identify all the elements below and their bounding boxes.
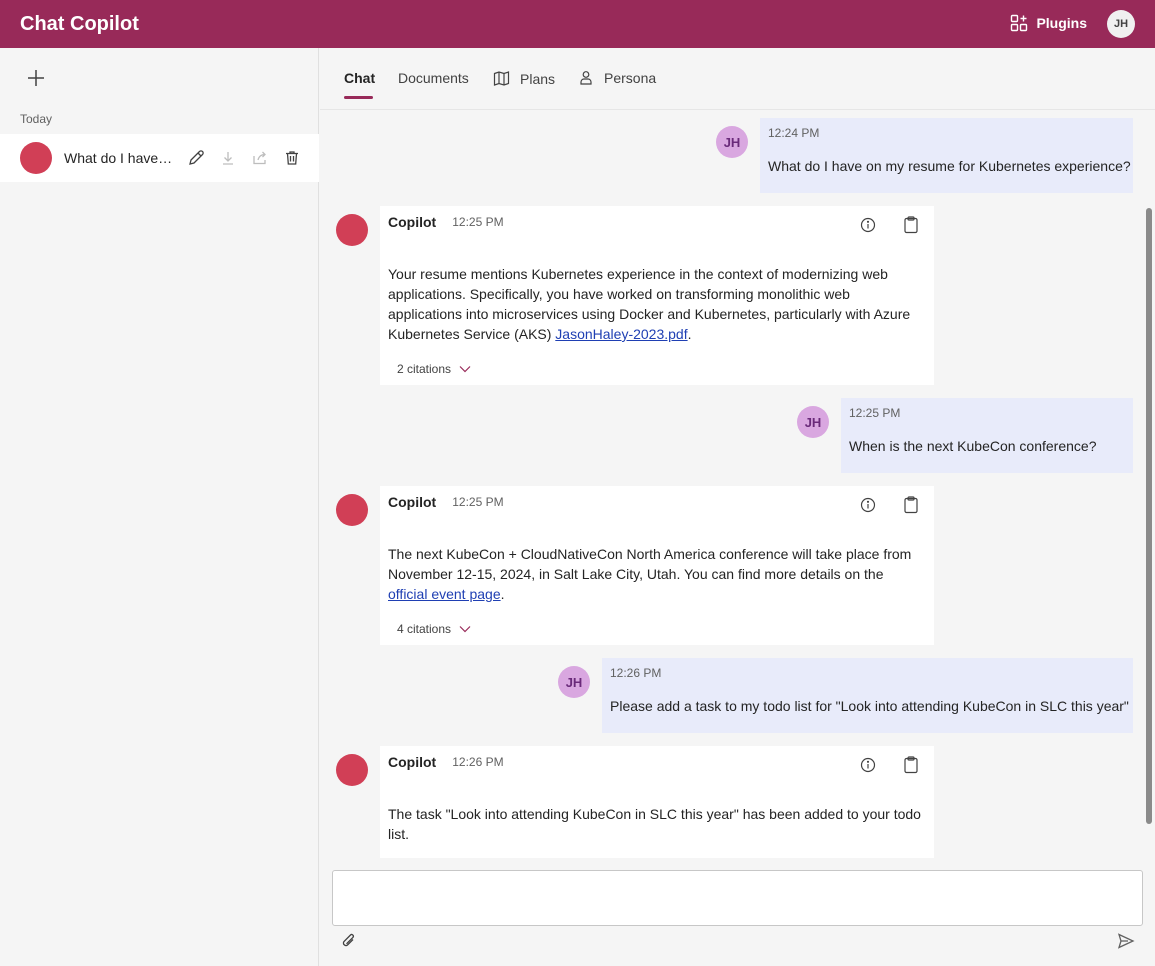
- bot-message-avatar: [336, 214, 368, 246]
- message-time: 12:26 PM: [452, 755, 504, 769]
- tab-documents[interactable]: Documents: [398, 70, 469, 86]
- message-text: When is the next KubeCon conference?: [849, 438, 1097, 454]
- user-message-avatar: JH: [558, 666, 590, 698]
- message-author: Copilot: [388, 754, 437, 770]
- user-avatar[interactable]: JH: [1107, 10, 1135, 38]
- user-message-avatar: JH: [797, 406, 829, 438]
- message-author: Copilot: [388, 214, 437, 230]
- message-scrollbar[interactable]: [1146, 208, 1152, 824]
- message-text: The task "Look into attending KubeCon in…: [388, 806, 921, 842]
- trash-icon: [286, 151, 298, 165]
- share-chat-button[interactable]: [244, 142, 276, 174]
- message-time: 12:24 PM: [768, 126, 820, 140]
- tab-plans[interactable]: Plans: [493, 70, 555, 87]
- chevron-down-icon: [459, 366, 471, 373]
- user-message-avatar: JH: [716, 126, 748, 158]
- message-list: JH 12:24 PM What do I have on my resume …: [320, 110, 1155, 858]
- message-text: What do I have on my resume for Kubernet…: [768, 158, 1131, 174]
- user-message: 12:25 PM When is the next KubeCon confer…: [841, 398, 1133, 473]
- share-icon: [253, 151, 266, 165]
- tab-chat[interactable]: Chat: [344, 70, 375, 86]
- app-title: Chat Copilot: [20, 12, 139, 35]
- message-text: Please add a task to my todo list for "L…: [610, 698, 1129, 714]
- send-icon: [1117, 933, 1135, 949]
- send-button[interactable]: [1117, 932, 1135, 950]
- apps-add-icon: [1011, 14, 1028, 32]
- section-label-today: Today: [20, 112, 53, 126]
- chat-list-item[interactable]: What do I have on my resume for Kubernet…: [0, 134, 319, 182]
- bot-avatar: [20, 142, 52, 174]
- active-tab-indicator: [344, 96, 373, 99]
- citations-toggle[interactable]: 2 citations: [397, 362, 926, 376]
- app-header: Chat Copilot Plugins JH: [0, 0, 1155, 48]
- copy-message-button[interactable]: [900, 754, 922, 776]
- message-text: The next KubeCon + CloudNativeCon North …: [388, 546, 912, 602]
- download-chat-button[interactable]: [212, 142, 244, 174]
- chat-input[interactable]: [333, 871, 1142, 925]
- info-icon: [860, 497, 876, 513]
- new-chat-button[interactable]: [24, 66, 48, 90]
- tab-bar: Chat Documents Plans Persona: [320, 48, 1155, 110]
- message-info-button[interactable]: [857, 754, 879, 776]
- citations-toggle[interactable]: 4 citations: [397, 622, 926, 636]
- edit-chat-button[interactable]: [180, 142, 212, 174]
- attach-file-button[interactable]: [340, 932, 358, 950]
- chat-composer[interactable]: [332, 870, 1143, 926]
- user-message: 12:26 PM Please add a task to my todo li…: [602, 658, 1133, 733]
- bot-message-avatar: [336, 494, 368, 526]
- copy-message-button[interactable]: [900, 214, 922, 236]
- plugins-label: Plugins: [1036, 15, 1087, 31]
- event-page-link[interactable]: official event page: [388, 586, 501, 602]
- chevron-down-icon: [459, 626, 471, 633]
- plus-icon: [28, 70, 44, 86]
- main-panel: Chat Documents Plans Persona JH 12:24 PM…: [320, 48, 1155, 966]
- info-icon: [860, 217, 876, 233]
- citations-label: 2 citations: [397, 362, 452, 376]
- sidebar: Today What do I have on my resume for Ku…: [0, 48, 319, 966]
- clipboard-icon: [904, 496, 918, 514]
- citation-link[interactable]: JasonHaley-2023.pdf: [555, 326, 687, 342]
- chat-item-title: What do I have on my resume for Kubernet…: [64, 150, 176, 166]
- tab-chat-label: Chat: [344, 70, 376, 86]
- download-icon: [223, 152, 233, 165]
- bot-message: Copilot 12:25 PM The next KubeCon + Clou…: [380, 486, 934, 645]
- bot-message-avatar: [336, 754, 368, 786]
- copy-message-button[interactable]: [900, 494, 922, 516]
- info-icon: [860, 757, 876, 773]
- bot-message: Copilot 12:25 PM Your resume mentions Ku…: [380, 206, 934, 385]
- bot-message: Copilot 12:26 PM The task "Look into att…: [380, 746, 934, 858]
- message-time: 12:26 PM: [610, 666, 662, 680]
- message-author: Copilot: [388, 494, 437, 510]
- tab-documents-label: Documents: [398, 70, 469, 86]
- message-time: 12:25 PM: [452, 215, 504, 229]
- message-time: 12:25 PM: [849, 406, 901, 420]
- map-icon: [493, 71, 510, 86]
- clipboard-icon: [904, 756, 918, 774]
- message-text: Your resume mentions Kubernetes experien…: [388, 266, 911, 342]
- tab-plans-label: Plans: [520, 70, 556, 87]
- user-message: 12:24 PM What do I have on my resume for…: [760, 118, 1133, 193]
- paperclip-icon: [342, 933, 354, 947]
- plugins-button[interactable]: Plugins: [1010, 14, 1087, 32]
- citations-label: 4 citations: [397, 622, 452, 636]
- message-time: 12:25 PM: [452, 495, 504, 509]
- message-info-button[interactable]: [857, 214, 879, 236]
- delete-chat-button[interactable]: [276, 142, 308, 174]
- tab-persona-label: Persona: [604, 70, 657, 86]
- message-info-button[interactable]: [857, 494, 879, 516]
- tab-persona[interactable]: Persona: [578, 70, 656, 86]
- clipboard-icon: [904, 216, 918, 234]
- pencil-icon: [189, 150, 204, 165]
- person-icon: [580, 71, 592, 85]
